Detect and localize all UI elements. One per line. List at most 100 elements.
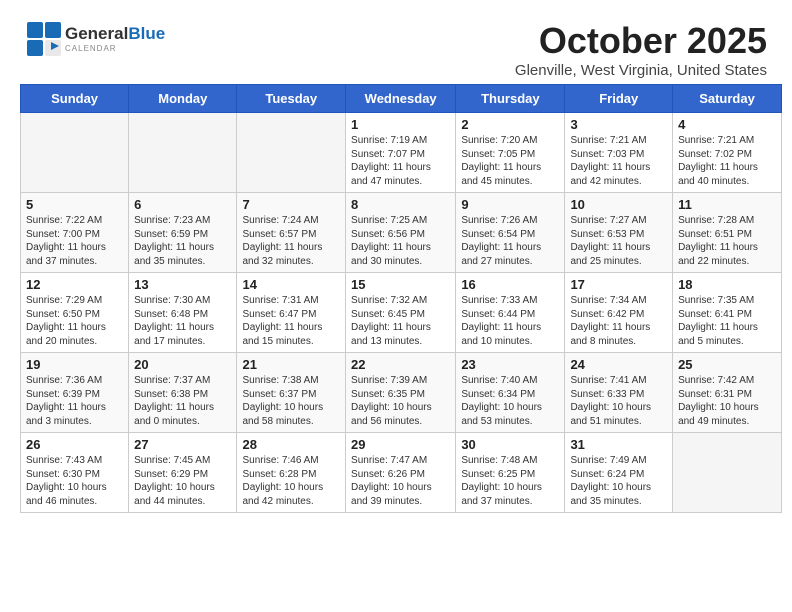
day-number: 22 [351,357,450,372]
table-row: 22 Sunrise: 7:39 AM Sunset: 6:35 PM Dayli… [346,353,456,433]
day-content: Sunrise: 7:36 AM Sunset: 6:39 PM Dayligh… [26,374,123,428]
day-number: 7 [242,197,340,212]
day-content: Sunrise: 7:45 AM Sunset: 6:29 PM Dayligh… [134,454,231,508]
month-title: October 2025 [515,20,767,62]
table-row: 13 Sunrise: 7:30 AM Sunset: 6:48 PM Dayli… [129,273,237,353]
day-number: 10 [570,197,667,212]
calendar-header-row: Sunday Monday Tuesday Wednesday Thursday… [21,85,782,113]
table-row: 24 Sunrise: 7:41 AM Sunset: 6:33 PM Dayli… [565,353,673,433]
col-friday: Friday [565,85,673,113]
calendar-table: Sunday Monday Tuesday Wednesday Thursday… [20,84,782,513]
day-number: 19 [26,357,123,372]
table-row [237,113,346,193]
day-number: 11 [678,197,776,212]
calendar-week-row: 1Sunrise: 7:19 AM Sunset: 7:07 PM Daylig… [21,113,782,193]
day-content: Sunrise: 7:47 AM Sunset: 6:26 PM Dayligh… [351,454,450,508]
table-row: 15Sunrise: 7:32 AM Sunset: 6:45 PM Dayli… [346,273,456,353]
logo-icon [25,20,63,58]
day-content: Sunrise: 7:39 AM Sunset: 6:35 PM Dayligh… [351,374,450,428]
table-row: 23 Sunrise: 7:40 AM Sunset: 6:34 PM Dayli… [456,353,565,433]
calendar-week-row: 26 Sunrise: 7:43 AM Sunset: 6:30 PM Dayli… [21,433,782,513]
table-row [129,113,237,193]
calendar-week-row: 19 Sunrise: 7:36 AM Sunset: 6:39 PM Dayli… [21,353,782,433]
table-row: 27 Sunrise: 7:45 AM Sunset: 6:29 PM Dayli… [129,433,237,513]
day-content: Sunrise: 7:23 AM Sunset: 6:59 PM Dayligh… [134,214,231,268]
day-number: 3 [570,117,667,132]
day-content: Sunrise: 7:40 AM Sunset: 6:34 PM Dayligh… [461,374,559,428]
day-number: 15 [351,277,450,292]
table-row: 4Sunrise: 7:21 AM Sunset: 7:02 PM Daylig… [673,113,782,193]
table-row [21,113,129,193]
table-row: 26 Sunrise: 7:43 AM Sunset: 6:30 PM Dayli… [21,433,129,513]
table-row: 2Sunrise: 7:20 AM Sunset: 7:05 PM Daylig… [456,113,565,193]
table-row [673,433,782,513]
calendar-wrapper: Sunday Monday Tuesday Wednesday Thursday… [10,84,782,523]
day-content: Sunrise: 7:29 AM Sunset: 6:50 PM Dayligh… [26,294,123,348]
day-number: 18 [678,277,776,292]
logo-blue: Blue [128,24,165,43]
col-saturday: Saturday [673,85,782,113]
day-content: Sunrise: 7:21 AM Sunset: 7:03 PM Dayligh… [570,134,667,188]
table-row: 8 Sunrise: 7:25 AM Sunset: 6:56 PM Daylig… [346,193,456,273]
day-content: Sunrise: 7:21 AM Sunset: 7:02 PM Dayligh… [678,134,776,188]
day-content: Sunrise: 7:35 AM Sunset: 6:41 PM Dayligh… [678,294,776,348]
col-thursday: Thursday [456,85,565,113]
title-block: October 2025 Glenville, West Virginia, U… [515,20,767,79]
col-monday: Monday [129,85,237,113]
day-number: 23 [461,357,559,372]
day-content: Sunrise: 7:42 AM Sunset: 6:31 PM Dayligh… [678,374,776,428]
table-row: 31Sunrise: 7:49 AM Sunset: 6:24 PM Dayli… [565,433,673,513]
day-content: Sunrise: 7:30 AM Sunset: 6:48 PM Dayligh… [134,294,231,348]
day-number: 26 [26,437,123,452]
table-row: 11 Sunrise: 7:28 AM Sunset: 6:51 PM Dayli… [673,193,782,273]
day-number: 8 [351,197,450,212]
day-content: Sunrise: 7:37 AM Sunset: 6:38 PM Dayligh… [134,374,231,428]
table-row: 10Sunrise: 7:27 AM Sunset: 6:53 PM Dayli… [565,193,673,273]
day-content: Sunrise: 7:49 AM Sunset: 6:24 PM Dayligh… [570,454,667,508]
table-row: 29 Sunrise: 7:47 AM Sunset: 6:26 PM Dayli… [346,433,456,513]
day-content: Sunrise: 7:25 AM Sunset: 6:56 PM Dayligh… [351,214,450,268]
day-content: Sunrise: 7:38 AM Sunset: 6:37 PM Dayligh… [242,374,340,428]
day-content: Sunrise: 7:46 AM Sunset: 6:28 PM Dayligh… [242,454,340,508]
day-number: 17 [570,277,667,292]
day-content: Sunrise: 7:34 AM Sunset: 6:42 PM Dayligh… [570,294,667,348]
table-row: 20Sunrise: 7:37 AM Sunset: 6:38 PM Dayli… [129,353,237,433]
table-row: 19 Sunrise: 7:36 AM Sunset: 6:39 PM Dayli… [21,353,129,433]
table-row: 1Sunrise: 7:19 AM Sunset: 7:07 PM Daylig… [346,113,456,193]
table-row: 16 Sunrise: 7:33 AM Sunset: 6:44 PM Dayli… [456,273,565,353]
logo: GeneralBlue CALENDAR [25,20,165,58]
col-wednesday: Wednesday [346,85,456,113]
table-row: 25 Sunrise: 7:42 AM Sunset: 6:31 PM Dayli… [673,353,782,433]
day-content: Sunrise: 7:43 AM Sunset: 6:30 PM Dayligh… [26,454,123,508]
table-row: 9 Sunrise: 7:26 AM Sunset: 6:54 PM Daylig… [456,193,565,273]
day-number: 24 [570,357,667,372]
day-content: Sunrise: 7:41 AM Sunset: 6:33 PM Dayligh… [570,374,667,428]
day-content: Sunrise: 7:31 AM Sunset: 6:47 PM Dayligh… [242,294,340,348]
day-number: 28 [242,437,340,452]
day-number: 30 [461,437,559,452]
day-content: Sunrise: 7:26 AM Sunset: 6:54 PM Dayligh… [461,214,559,268]
day-number: 12 [26,277,123,292]
day-number: 27 [134,437,231,452]
day-content: Sunrise: 7:24 AM Sunset: 6:57 PM Dayligh… [242,214,340,268]
day-content: Sunrise: 7:28 AM Sunset: 6:51 PM Dayligh… [678,214,776,268]
table-row: 21 Sunrise: 7:38 AM Sunset: 6:37 PM Dayli… [237,353,346,433]
calendar-week-row: 12 Sunrise: 7:29 AM Sunset: 6:50 PM Dayli… [21,273,782,353]
table-row: 7 Sunrise: 7:24 AM Sunset: 6:57 PM Daylig… [237,193,346,273]
day-content: Sunrise: 7:33 AM Sunset: 6:44 PM Dayligh… [461,294,559,348]
table-row: 3 Sunrise: 7:21 AM Sunset: 7:03 PM Daylig… [565,113,673,193]
day-number: 6 [134,197,231,212]
day-number: 21 [242,357,340,372]
table-row: 17 Sunrise: 7:34 AM Sunset: 6:42 PM Dayli… [565,273,673,353]
table-row: 6 Sunrise: 7:23 AM Sunset: 6:59 PM Daylig… [129,193,237,273]
col-tuesday: Tuesday [237,85,346,113]
day-number: 1 [351,117,450,132]
day-number: 9 [461,197,559,212]
day-number: 13 [134,277,231,292]
day-content: Sunrise: 7:20 AM Sunset: 7:05 PM Dayligh… [461,134,559,188]
day-number: 29 [351,437,450,452]
day-number: 25 [678,357,776,372]
day-number: 16 [461,277,559,292]
table-row: 5Sunrise: 7:22 AM Sunset: 7:00 PM Daylig… [21,193,129,273]
table-row: 28 Sunrise: 7:46 AM Sunset: 6:28 PM Dayli… [237,433,346,513]
